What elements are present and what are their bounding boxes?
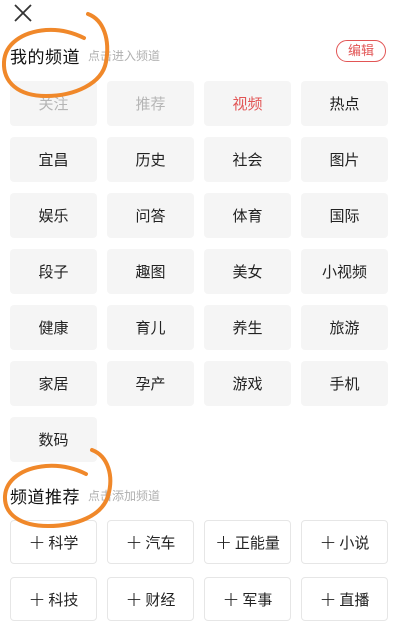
my-channels-grid: 关注 推荐 视频 热点宜昌 历史 社会 图片娱乐 问答 体育 国际段子 趣图 美女 小视频健康 育儿 养生旅… — [10, 81, 388, 462]
channel-chip[interactable]: 健康 — [10, 305, 97, 350]
recommended-channel-label: 财经 — [145, 590, 176, 609]
channel-chip[interactable]: 美女 — [204, 249, 291, 294]
plus-icon: + — [28, 587, 46, 611]
channel-chip[interactable]: 社会 — [204, 137, 291, 182]
my-channels-title: 我的频道 — [10, 48, 80, 68]
channel-chip[interactable]: 宜昌 — [10, 137, 97, 182]
recommended-channel-chip[interactable]: + 汽车 — [107, 520, 194, 564]
edit-button[interactable]: 编辑 — [336, 40, 386, 62]
recommended-hint: 点击添加频道 — [88, 489, 161, 503]
recommended-channel-chip[interactable]: + 财经 — [107, 577, 194, 621]
channel-chip[interactable]: 家居 — [10, 361, 97, 406]
channel-chip[interactable]: 体育 — [204, 193, 291, 238]
close-icon[interactable] — [12, 2, 34, 24]
channel-chip[interactable]: 热点 — [301, 81, 388, 126]
channel-chip[interactable]: 国际 — [301, 193, 388, 238]
channel-chip[interactable]: 视频 — [204, 81, 291, 126]
plus-icon: + — [319, 530, 337, 554]
recommended-header: 频道推荐 点击添加频道 — [0, 478, 399, 508]
channel-chip[interactable]: 关注 — [10, 81, 97, 126]
my-channels-hint: 点击进入频道 — [88, 49, 161, 63]
channel-chip[interactable]: 孕产 — [107, 361, 194, 406]
recommended-channel-label: 科学 — [48, 533, 79, 552]
recommended-channel-label: 正能量 — [234, 533, 280, 552]
channel-chip[interactable]: 趣图 — [107, 249, 194, 294]
recommended-channel-chip[interactable]: + 军事 — [204, 577, 291, 621]
channel-chip[interactable]: 推荐 — [107, 81, 194, 126]
recommended-channel-chip[interactable]: + 科学 — [10, 520, 97, 564]
recommended-channel-label: 汽车 — [145, 533, 176, 552]
recommended-channel-label: 科技 — [48, 590, 79, 609]
plus-icon: + — [125, 530, 143, 554]
recommended-channel-label: 军事 — [242, 590, 273, 609]
channel-chip[interactable]: 小视频 — [301, 249, 388, 294]
plus-icon: + — [125, 587, 143, 611]
channel-chip[interactable]: 历史 — [107, 137, 194, 182]
recommended-channel-chip[interactable]: + 科技 — [10, 577, 97, 621]
plus-icon: + — [319, 587, 337, 611]
recommended-channel-chip[interactable]: + 直播 — [301, 577, 388, 621]
recommended-title: 频道推荐 — [10, 488, 80, 508]
channel-chip[interactable]: 问答 — [107, 193, 194, 238]
recommended-channel-label: 直播 — [339, 590, 370, 609]
channel-chip[interactable]: 娱乐 — [10, 193, 97, 238]
channel-chip[interactable]: 育儿 — [107, 305, 194, 350]
channel-chip[interactable]: 养生 — [204, 305, 291, 350]
plus-icon: + — [215, 530, 232, 554]
channel-chip[interactable]: 游戏 — [204, 361, 291, 406]
channel-chip[interactable]: 图片 — [301, 137, 388, 182]
channel-chip[interactable]: 手机 — [301, 361, 388, 406]
recommended-channel-chip[interactable]: + 正能量 — [204, 520, 291, 564]
channel-chip[interactable]: 数码 — [10, 417, 97, 462]
channel-chip[interactable]: 旅游 — [301, 305, 388, 350]
recommended-channels-grid: + 科学 + 汽车 + 正能量 + 小说 + 科技 + 财经 + 军事 + 直播 — [10, 520, 388, 621]
recommended-channel-chip[interactable]: + 小说 — [301, 520, 388, 564]
recommended-channel-label: 小说 — [339, 533, 370, 552]
channel-chip[interactable]: 段子 — [10, 249, 97, 294]
plus-icon: + — [222, 587, 240, 611]
plus-icon: + — [28, 530, 46, 554]
